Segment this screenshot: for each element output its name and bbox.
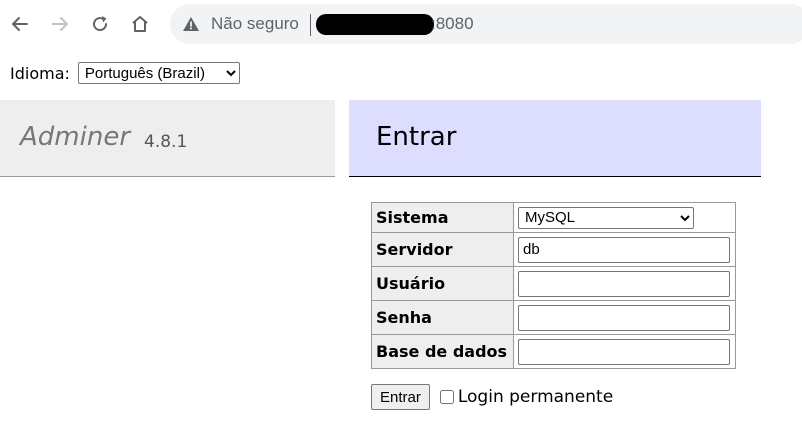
username-input[interactable] [518, 270, 730, 297]
arrow-right-icon [52, 17, 68, 31]
username-label: Usuário [371, 266, 514, 301]
back-button[interactable] [6, 10, 34, 38]
database-input[interactable] [518, 338, 730, 365]
address-redacted-host [316, 14, 434, 35]
password-cell [513, 300, 736, 335]
server-input[interactable] [518, 236, 730, 263]
address-security-status: Não seguro [211, 14, 299, 33]
login-table: Sistema MySQL Servidor Usuário Senha Bas… [371, 202, 736, 369]
server-cell [513, 232, 736, 267]
arrow-left-icon [12, 17, 28, 31]
login-actions: Entrar Login permanente [371, 384, 613, 410]
username-cell [513, 266, 736, 301]
home-icon [132, 16, 148, 32]
system-select[interactable]: MySQL [518, 206, 694, 229]
forward-button[interactable] [46, 10, 74, 38]
language-label: Idioma: [10, 63, 70, 83]
home-button[interactable] [126, 10, 154, 38]
server-label: Servidor [371, 232, 514, 267]
permanent-login-checkbox[interactable] [439, 390, 454, 404]
system-label: Sistema [371, 202, 514, 233]
database-cell [513, 334, 736, 369]
table-row: Servidor [371, 232, 736, 267]
address-host-port: :8080 [431, 14, 474, 33]
permanent-login[interactable]: Login permanente [439, 387, 614, 407]
login-button[interactable]: Entrar [371, 384, 430, 410]
content-header: Entrar [349, 100, 761, 177]
table-row: Sistema MySQL [371, 202, 736, 233]
menu-header: Adminer 4.8.1 [0, 100, 335, 177]
address-bar[interactable]: Não seguro :8080 [170, 4, 802, 44]
brand-link[interactable]: Adminer [20, 122, 130, 152]
warning-icon [183, 17, 199, 31]
page-title: Entrar [376, 122, 457, 152]
system-cell: MySQL [513, 202, 736, 233]
database-label: Base de dados [371, 334, 514, 369]
version-label[interactable]: 4.8.1 [144, 132, 187, 152]
browser-toolbar: Não seguro :8080 [0, 0, 802, 50]
reload-icon [93, 16, 108, 32]
table-row: Senha [371, 300, 736, 335]
permanent-login-label: Login permanente [457, 387, 614, 407]
reload-button[interactable] [86, 10, 114, 38]
language-select[interactable]: Português (Brazil) [77, 62, 240, 84]
password-input[interactable] [518, 304, 730, 331]
password-label: Senha [371, 300, 514, 335]
language-form: Idioma: Português (Brazil) [10, 62, 240, 84]
table-row: Base de dados [371, 334, 736, 369]
address-separator [310, 14, 311, 36]
table-row: Usuário [371, 266, 736, 301]
